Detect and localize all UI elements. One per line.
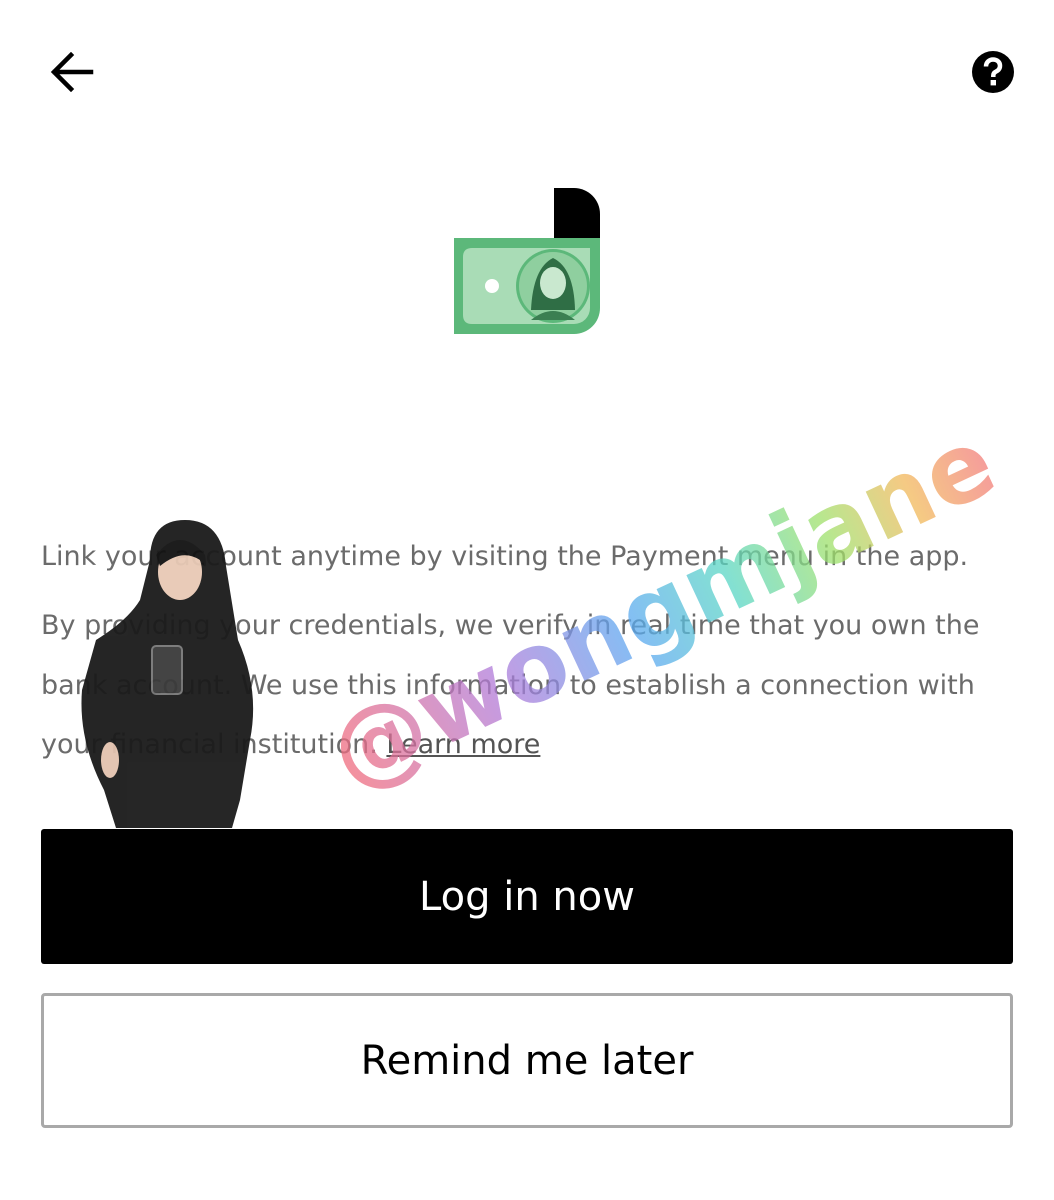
log-in-now-button[interactable]: Log in now [41,829,1013,964]
back-button[interactable] [38,42,106,102]
remind-me-later-button[interactable]: Remind me later [41,993,1013,1128]
learn-more-link[interactable]: Learn more [386,729,540,760]
question-circle-icon [972,51,1014,93]
bank-illustration [447,180,607,340]
arrow-left-icon [50,52,94,92]
link-info-text: Link your account anytime by visiting th… [41,541,969,572]
cash-banknote-icon [454,188,600,334]
verification-info-text: By providing your credentials, we verify… [41,596,1016,775]
help-button[interactable] [962,41,1024,103]
